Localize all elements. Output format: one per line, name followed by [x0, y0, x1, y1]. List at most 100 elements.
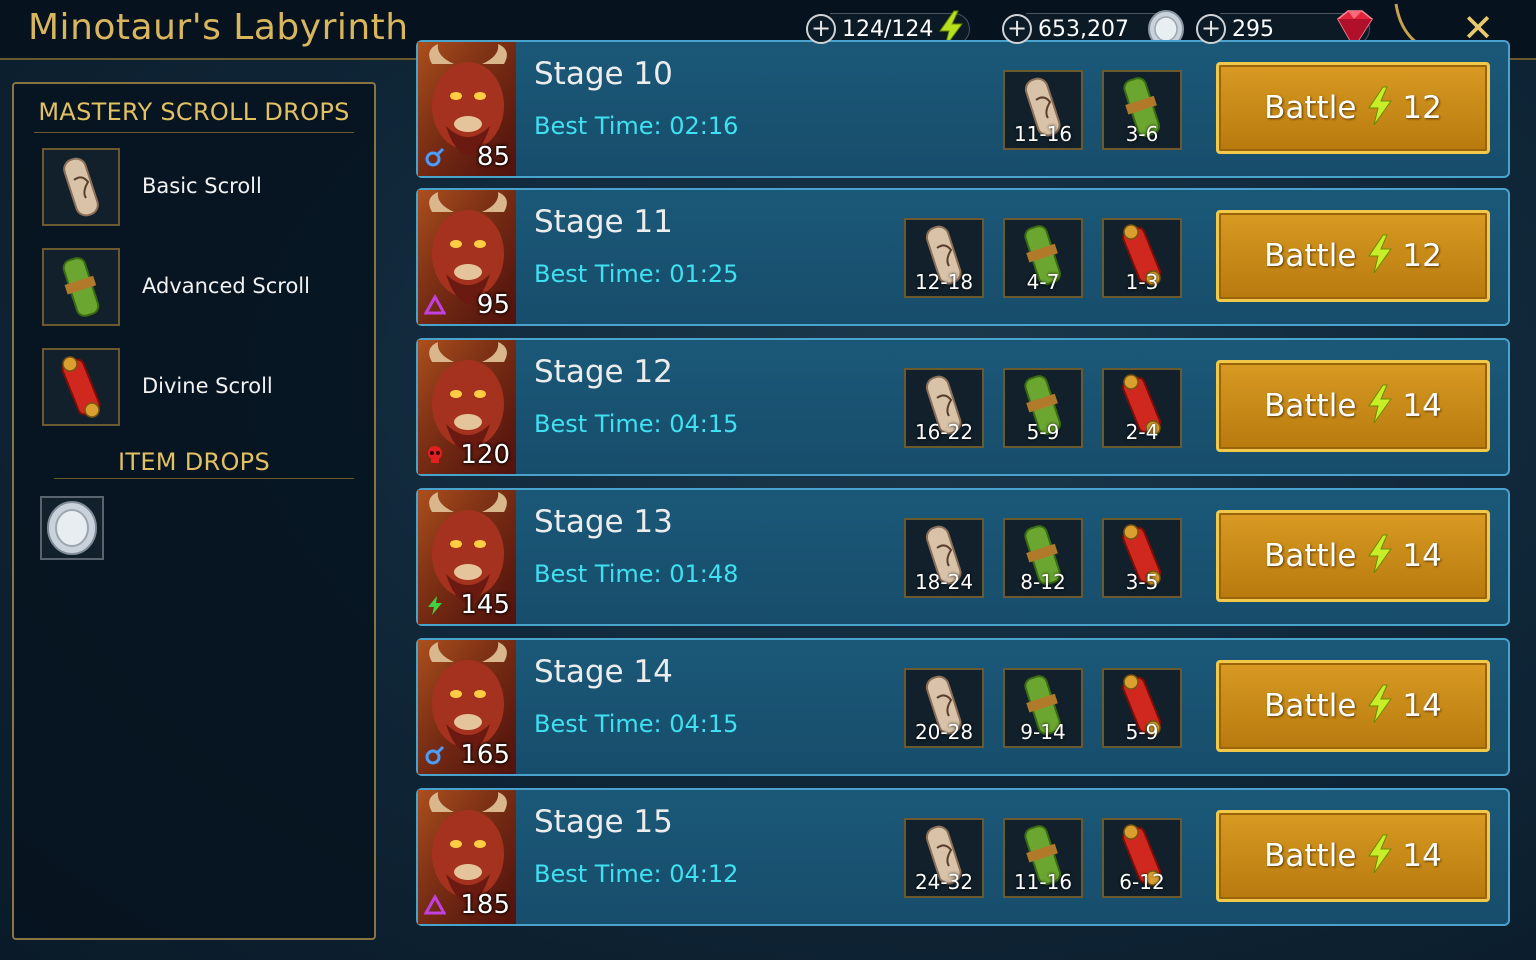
silver-coin-icon — [47, 501, 97, 555]
force-affinity-icon — [424, 444, 446, 466]
stage-title: Stage 12 — [534, 354, 673, 390]
battle-button[interactable]: Battle 14 — [1216, 510, 1490, 602]
advanced-scroll-drop[interactable]: 5-9 — [1003, 368, 1083, 448]
advanced-scroll-drop[interactable]: 8-12 — [1003, 518, 1083, 598]
divine-scroll-icon — [42, 348, 120, 426]
drop-count: 5-9 — [1026, 420, 1060, 444]
advanced-scroll-drop[interactable]: 4-7 — [1003, 218, 1083, 298]
energy-cost: 14 — [1402, 538, 1442, 574]
stage-title: Stage 10 — [534, 56, 673, 92]
energy-cost: 14 — [1402, 838, 1442, 874]
magic-affinity-icon — [424, 744, 446, 766]
battle-label: Battle — [1264, 238, 1357, 274]
drop-count: 24-32 — [914, 870, 974, 894]
best-time: Best Time: 02:16 — [534, 112, 739, 140]
energy-icon — [1366, 534, 1394, 578]
boss-portrait: 185 — [418, 790, 516, 924]
basic-scroll-drop[interactable]: 16-22 — [904, 368, 984, 448]
list-item-basic-scroll: Basic Scroll — [42, 148, 362, 228]
scroll-label: Advanced Scroll — [142, 274, 310, 298]
divine-scroll-drop[interactable]: 3-5 — [1102, 518, 1182, 598]
stage-title: Stage 13 — [534, 504, 673, 540]
boss-level: 165 — [460, 740, 510, 770]
battle-label: Battle — [1264, 838, 1357, 874]
stage-row[interactable]: 120 Stage 12 Best Time: 04:15 16-22 5-9 2-4 Ba… — [416, 338, 1510, 476]
stage-title: Stage 14 — [534, 654, 673, 690]
battle-button[interactable]: Battle 12 — [1216, 210, 1490, 302]
scroll-label: Basic Scroll — [142, 174, 262, 198]
boss-portrait: 145 — [418, 490, 516, 624]
advanced-scroll-icon — [42, 248, 120, 326]
drop-count: 5-9 — [1125, 720, 1159, 744]
basic-scroll-drop[interactable]: 24-32 — [904, 818, 984, 898]
battle-button[interactable]: Battle 14 — [1216, 660, 1490, 752]
divine-scroll-drop[interactable]: 5-9 — [1102, 668, 1182, 748]
drop-count: 18-24 — [914, 570, 974, 594]
stage-row[interactable]: 95 Stage 11 Best Time: 01:25 12-18 4-7 1-3 Bat… — [416, 188, 1510, 326]
stage-title: Stage 11 — [534, 204, 673, 240]
battle-label: Battle — [1264, 90, 1357, 126]
best-time: Best Time: 01:48 — [534, 560, 739, 588]
item-drop-slot — [40, 496, 104, 560]
drop-count: 20-28 — [914, 720, 974, 744]
stage-row[interactable]: 145 Stage 13 Best Time: 01:48 18-24 8-12 3-5 B… — [416, 488, 1510, 626]
divider — [54, 478, 354, 479]
item-drops-heading: ITEM DROPS — [118, 448, 270, 476]
boss-level: 85 — [476, 142, 510, 172]
scroll-label: Divine Scroll — [142, 374, 273, 398]
energy-icon — [1366, 234, 1394, 278]
basic-scroll-drop[interactable]: 12-18 — [904, 218, 984, 298]
battle-label: Battle — [1264, 688, 1357, 724]
void-affinity-icon — [424, 594, 446, 616]
drop-count: 3-5 — [1125, 570, 1159, 594]
basic-scroll-drop[interactable]: 18-24 — [904, 518, 984, 598]
energy-icon — [1366, 684, 1394, 728]
energy-icon — [1366, 834, 1394, 878]
battle-button[interactable]: Battle 14 — [1216, 360, 1490, 452]
divine-scroll-drop[interactable]: 6-12 — [1102, 818, 1182, 898]
best-time: Best Time: 04:15 — [534, 710, 739, 738]
divider — [34, 132, 354, 133]
stage-row[interactable]: 185 Stage 15 Best Time: 04:12 24-32 11-16 6-1… — [416, 788, 1510, 926]
drop-count: 16-22 — [914, 420, 974, 444]
drop-count: 8-12 — [1020, 570, 1066, 594]
energy-cost: 14 — [1402, 388, 1442, 424]
list-item-advanced-scroll: Advanced Scroll — [42, 248, 362, 328]
stage-row[interactable]: 165 Stage 14 Best Time: 04:15 20-28 9-14 5-9 B… — [416, 638, 1510, 776]
battle-label: Battle — [1264, 538, 1357, 574]
boss-level: 145 — [460, 590, 510, 620]
boss-portrait: 120 — [418, 340, 516, 474]
spirit-affinity-icon — [423, 893, 447, 916]
drop-count: 11-16 — [1013, 870, 1073, 894]
advanced-scroll-drop[interactable]: 11-16 — [1003, 818, 1083, 898]
add-silver-button[interactable]: + — [1002, 14, 1032, 44]
stage-title: Stage 15 — [534, 804, 673, 840]
boss-level: 185 — [460, 890, 510, 920]
energy-icon — [1366, 384, 1394, 428]
drop-count: 4-7 — [1026, 270, 1060, 294]
battle-button[interactable]: Battle 12 — [1216, 62, 1490, 154]
add-energy-button[interactable]: + — [806, 14, 836, 44]
basic-scroll-drop[interactable]: 11-16 — [1003, 70, 1083, 150]
battle-button[interactable]: Battle 14 — [1216, 810, 1490, 902]
magic-affinity-icon — [424, 146, 446, 168]
drops-panel: MASTERY SCROLL DROPS Basic Scroll Advanc… — [12, 82, 376, 940]
page-title: Minotaur's Labyrinth — [28, 7, 409, 48]
best-time: Best Time: 01:25 — [534, 260, 739, 288]
add-gems-button[interactable]: + — [1196, 14, 1226, 44]
divine-scroll-drop[interactable]: 1-3 — [1102, 218, 1182, 298]
stage-row[interactable]: 85 Stage 10 Best Time: 02:16 11-16 3-6 Battle… — [416, 40, 1510, 178]
boss-level: 95 — [476, 290, 510, 320]
basic-scroll-drop[interactable]: 20-28 — [904, 668, 984, 748]
boss-portrait: 95 — [418, 190, 516, 324]
mastery-drops-heading: MASTERY SCROLL DROPS — [38, 98, 350, 126]
boss-level: 120 — [460, 440, 510, 470]
advanced-scroll-drop[interactable]: 9-14 — [1003, 668, 1083, 748]
advanced-scroll-drop[interactable]: 3-6 — [1102, 70, 1182, 150]
energy-cost: 12 — [1402, 238, 1442, 274]
battle-label: Battle — [1264, 388, 1357, 424]
drop-count: 12-18 — [914, 270, 974, 294]
drop-count: 11-16 — [1013, 122, 1073, 146]
divine-scroll-drop[interactable]: 2-4 — [1102, 368, 1182, 448]
drop-count: 9-14 — [1020, 720, 1066, 744]
